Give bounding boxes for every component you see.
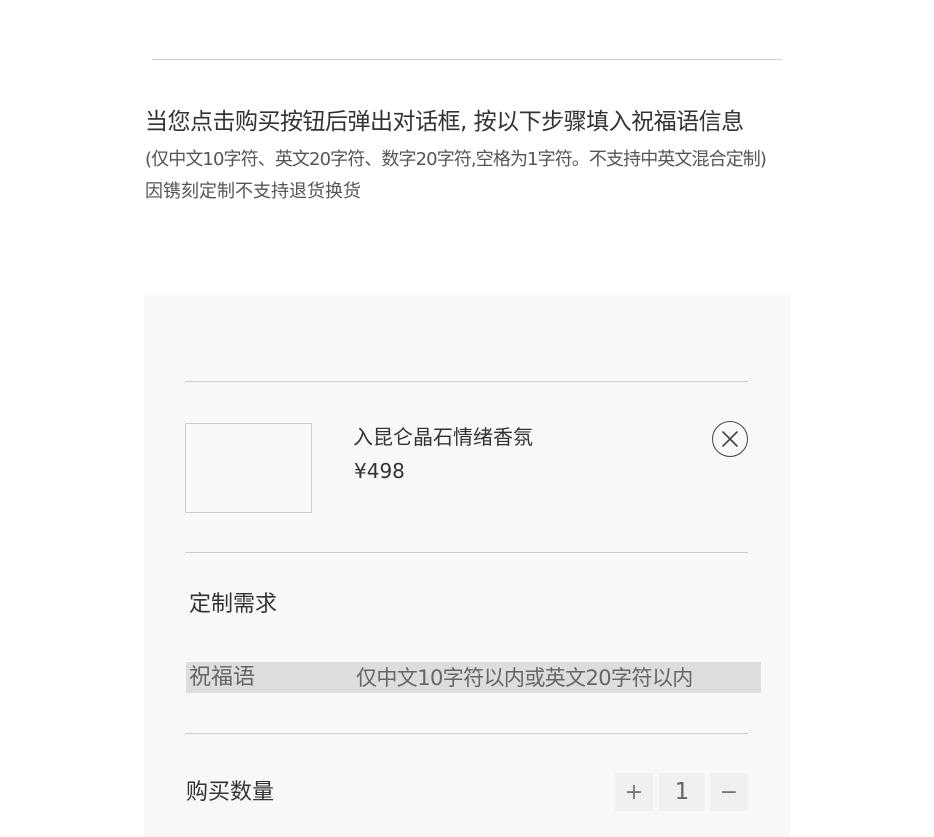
product-name: 入昆仑晶石情绪香氛 [353, 425, 533, 449]
quantity-value: 1 [659, 773, 705, 811]
product-price: ¥498 [354, 459, 405, 483]
blessing-row: 祝福语 [186, 662, 761, 693]
panel-divider-middle [185, 552, 748, 553]
panel-divider-top [185, 381, 748, 382]
quantity-decrease-button[interactable]: − [710, 773, 748, 811]
product-thumbnail [185, 423, 312, 513]
customization-title: 定制需求 [189, 592, 278, 617]
quantity-increase-button[interactable]: + [615, 773, 653, 811]
remove-product-button[interactable] [712, 421, 748, 457]
close-icon [722, 431, 738, 447]
top-divider [152, 59, 782, 60]
purchase-panel: 入昆仑晶石情绪香氛 ¥498 定制需求 祝福语 购买数量 + 1 − [144, 295, 790, 837]
panel-divider-bottom [185, 733, 748, 734]
quantity-label: 购买数量 [186, 780, 275, 805]
intro-title: 当您点击购买按钮后弹出对话框, 按以下步骤填入祝福语信息 [145, 109, 744, 135]
blessing-input[interactable] [353, 662, 761, 693]
blessing-label: 祝福语 [189, 665, 256, 690]
intro-note: (仅中文10字符、英文20字符、数字20字符,空格为1字符。不支持中英文混合定制… [145, 149, 767, 170]
intro-warning: 因镌刻定制不支持退货换货 [145, 181, 361, 202]
intro-block: 当您点击购买按钮后弹出对话框, 按以下步骤填入祝福语信息 (仅中文10字符、英文… [145, 104, 805, 206]
